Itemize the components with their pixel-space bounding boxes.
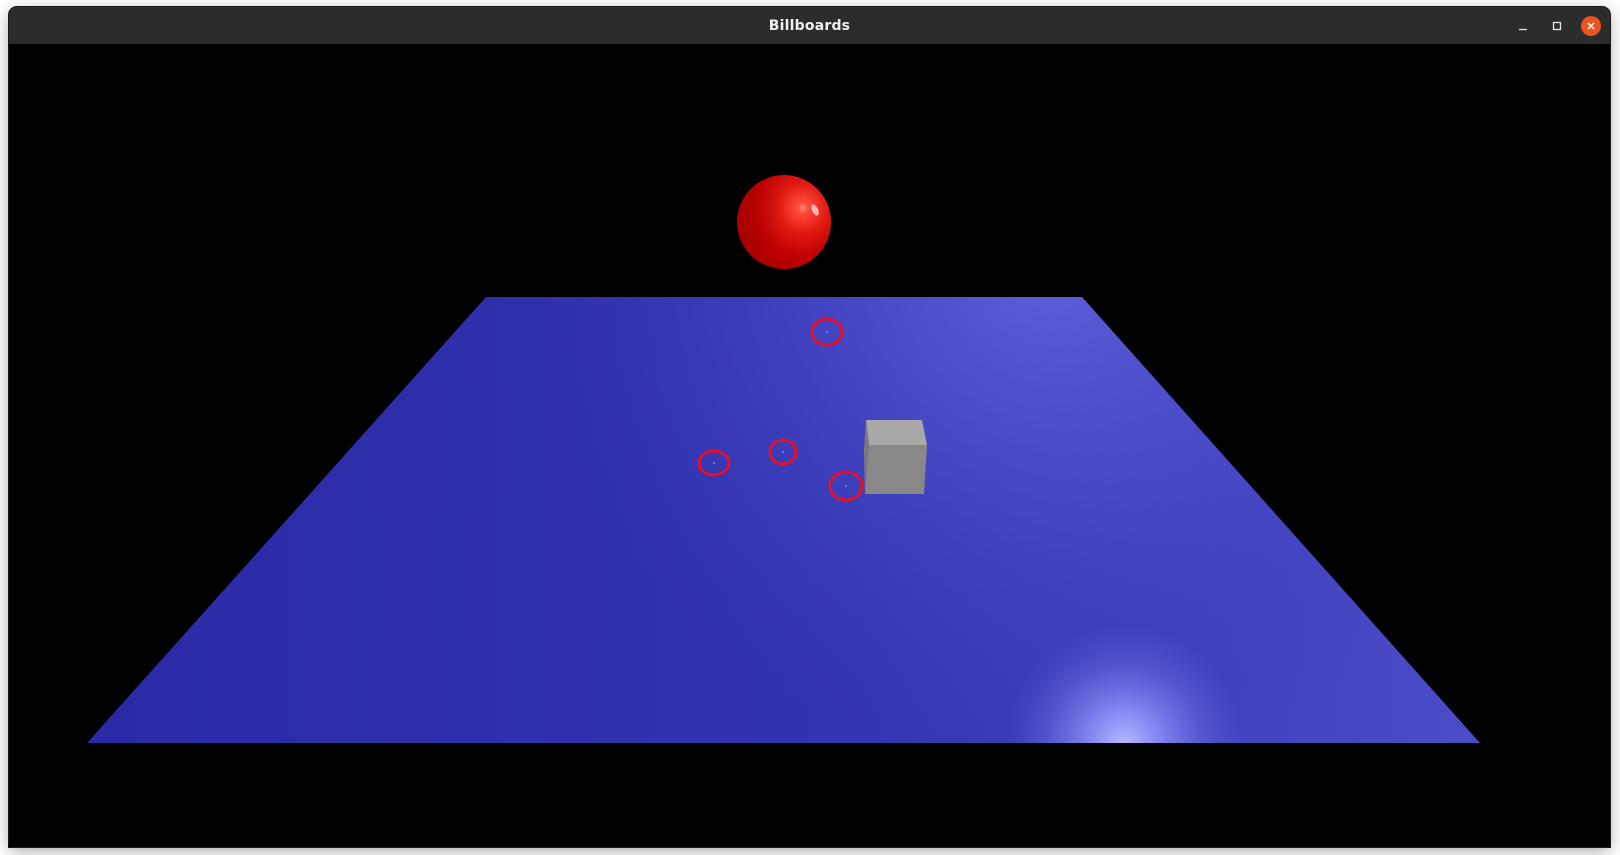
red-sphere [737,175,831,269]
render-viewport[interactable] [9,44,1610,847]
maximize-icon [1552,21,1562,31]
title-bar[interactable]: Billboards [9,7,1610,45]
close-icon [1587,22,1595,30]
minimize-icon [1519,28,1527,31]
maximize-button[interactable] [1547,16,1567,36]
close-button[interactable] [1581,16,1601,36]
floor-plane [87,297,1480,743]
scene-canvas [87,175,1480,743]
grey-cube [864,420,927,494]
window-title: Billboards [768,17,851,34]
app-window: Billboards [9,7,1610,847]
minimize-button[interactable] [1513,16,1533,36]
